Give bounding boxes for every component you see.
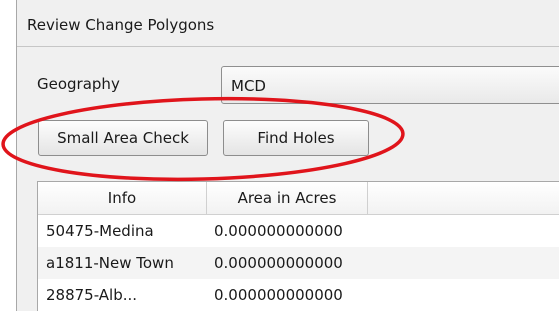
- geography-select[interactable]: MCD: [221, 66, 559, 104]
- cell-area: 0.000000000000: [214, 254, 343, 272]
- geography-selected-value: MCD: [231, 77, 266, 95]
- table-header: Info Area in Acres: [38, 182, 559, 215]
- column-header-info[interactable]: Info: [38, 182, 207, 214]
- table-row[interactable]: 28875-Alb... 0.000000000000: [38, 279, 559, 311]
- cell-area: 0.000000000000: [214, 286, 343, 304]
- cell-info: a1811-New Town: [46, 254, 174, 272]
- table-row[interactable]: 50475-Medina 0.000000000000: [38, 215, 559, 247]
- results-table[interactable]: Info Area in Acres 50475-Medina 0.000000…: [37, 181, 559, 311]
- title-divider: [17, 46, 559, 47]
- find-holes-button[interactable]: Find Holes: [223, 120, 369, 156]
- cell-info: 28875-Alb...: [46, 286, 138, 304]
- column-header-area[interactable]: Area in Acres: [207, 182, 368, 214]
- panel-title: Review Change Polygons: [27, 16, 215, 34]
- geography-label: Geography: [37, 75, 120, 93]
- cell-area: 0.000000000000: [214, 222, 343, 240]
- table-row[interactable]: a1811-New Town 0.000000000000: [38, 247, 559, 279]
- cell-info: 50475-Medina: [46, 222, 154, 240]
- small-area-check-button[interactable]: Small Area Check: [38, 120, 208, 156]
- review-change-polygons-panel: Review Change Polygons Geography MCD Sma…: [16, 0, 559, 311]
